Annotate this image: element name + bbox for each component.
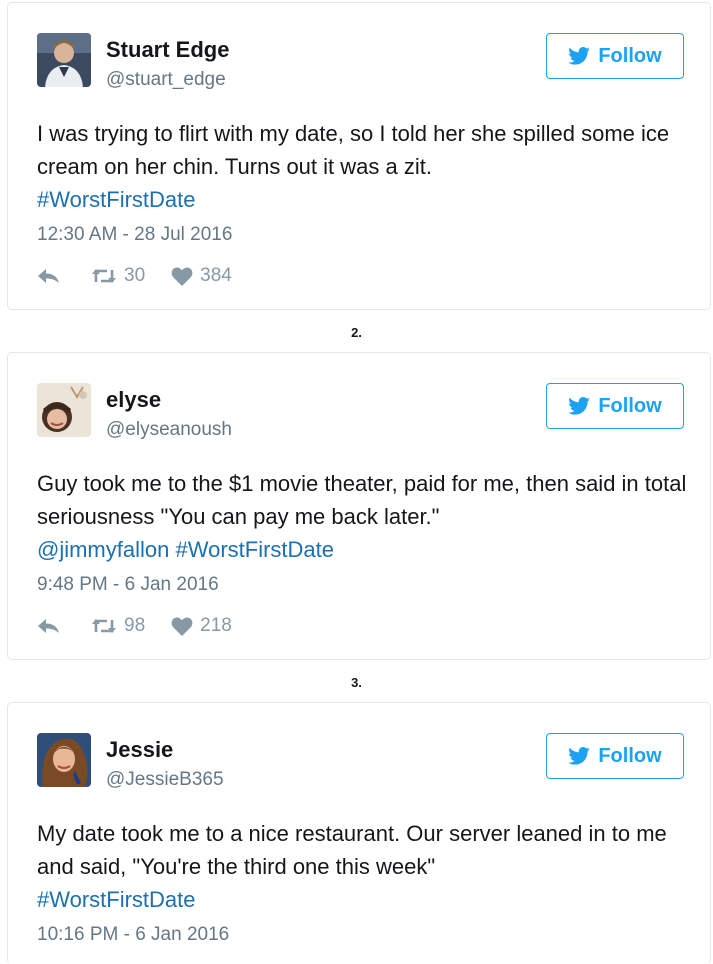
like-button[interactable]: 384 xyxy=(171,265,232,287)
hashtag-link[interactable]: #WorstFirstDate xyxy=(175,537,334,562)
tweet-body: Guy took me to the $1 movie theater, pai… xyxy=(37,471,687,529)
follow-label: Follow xyxy=(598,44,662,67)
reply-icon xyxy=(38,269,59,283)
like-count: 384 xyxy=(200,265,232,286)
retweet-button[interactable]: 30 xyxy=(91,265,145,287)
tweet-text: Guy took me to the $1 movie theater, pai… xyxy=(37,467,687,566)
tweet-timestamp[interactable]: 12:30 AM - 28 Jul 2016 xyxy=(37,224,232,246)
retweet-icon xyxy=(92,619,116,633)
twitter-bird-icon xyxy=(568,397,591,415)
tweet-body: I was trying to flirt with my date, so I… xyxy=(37,121,670,179)
retweet-icon xyxy=(92,269,116,283)
user-handle[interactable]: @JessieB365 xyxy=(106,769,224,791)
heart-icon xyxy=(171,267,193,286)
follow-label: Follow xyxy=(598,744,662,767)
mention-link[interactable]: @jimmyfallon xyxy=(37,537,169,562)
retweet-count: 98 xyxy=(124,615,146,636)
like-count: 218 xyxy=(200,615,232,636)
tweet-timestamp[interactable]: 9:48 PM - 6 Jan 2016 xyxy=(37,574,219,596)
list-number: 3. xyxy=(351,675,362,690)
tweet-actions: 30 384 xyxy=(37,263,232,289)
heart-icon xyxy=(171,617,193,636)
reply-button[interactable] xyxy=(37,617,61,635)
like-button[interactable]: 218 xyxy=(171,615,232,637)
tweet-card: Stuart Edge @stuart_edge Follow I was tr… xyxy=(7,2,711,310)
avatar[interactable] xyxy=(37,733,91,787)
tweet-timestamp[interactable]: 10:16 PM - 6 Jan 2016 xyxy=(37,924,229,946)
hashtag-link[interactable]: #WorstFirstDate xyxy=(37,187,196,212)
follow-label: Follow xyxy=(598,394,662,417)
tweet-text: I was trying to flirt with my date, so I… xyxy=(37,117,687,216)
tweet-body: My date took me to a nice restaurant. Ou… xyxy=(37,821,667,879)
tweet-actions: 98 218 xyxy=(37,613,232,639)
user-handle[interactable]: @elyseanoush xyxy=(106,419,232,441)
list-number: 2. xyxy=(351,325,362,340)
retweet-button[interactable]: 98 xyxy=(91,615,145,637)
display-name[interactable]: Stuart Edge xyxy=(106,37,229,63)
twitter-bird-icon xyxy=(568,747,591,765)
retweet-count: 30 xyxy=(124,265,146,286)
display-name[interactable]: Jessie xyxy=(106,737,173,763)
follow-button[interactable]: Follow xyxy=(546,733,684,779)
reply-icon xyxy=(38,619,59,633)
avatar[interactable] xyxy=(37,383,91,437)
follow-button[interactable]: Follow xyxy=(546,33,684,79)
tweet-text: My date took me to a nice restaurant. Ou… xyxy=(37,817,687,916)
tweet-card: Jessie @JessieB365 Follow My date took m… xyxy=(7,702,711,964)
twitter-bird-icon xyxy=(568,47,591,65)
user-handle[interactable]: @stuart_edge xyxy=(106,69,226,91)
reply-button[interactable] xyxy=(37,267,61,285)
hashtag-link[interactable]: #WorstFirstDate xyxy=(37,887,196,912)
avatar[interactable] xyxy=(37,33,91,87)
tweet-card: elyse @elyseanoush Follow Guy took me to… xyxy=(7,352,711,660)
follow-button[interactable]: Follow xyxy=(546,383,684,429)
display-name[interactable]: elyse xyxy=(106,387,161,413)
